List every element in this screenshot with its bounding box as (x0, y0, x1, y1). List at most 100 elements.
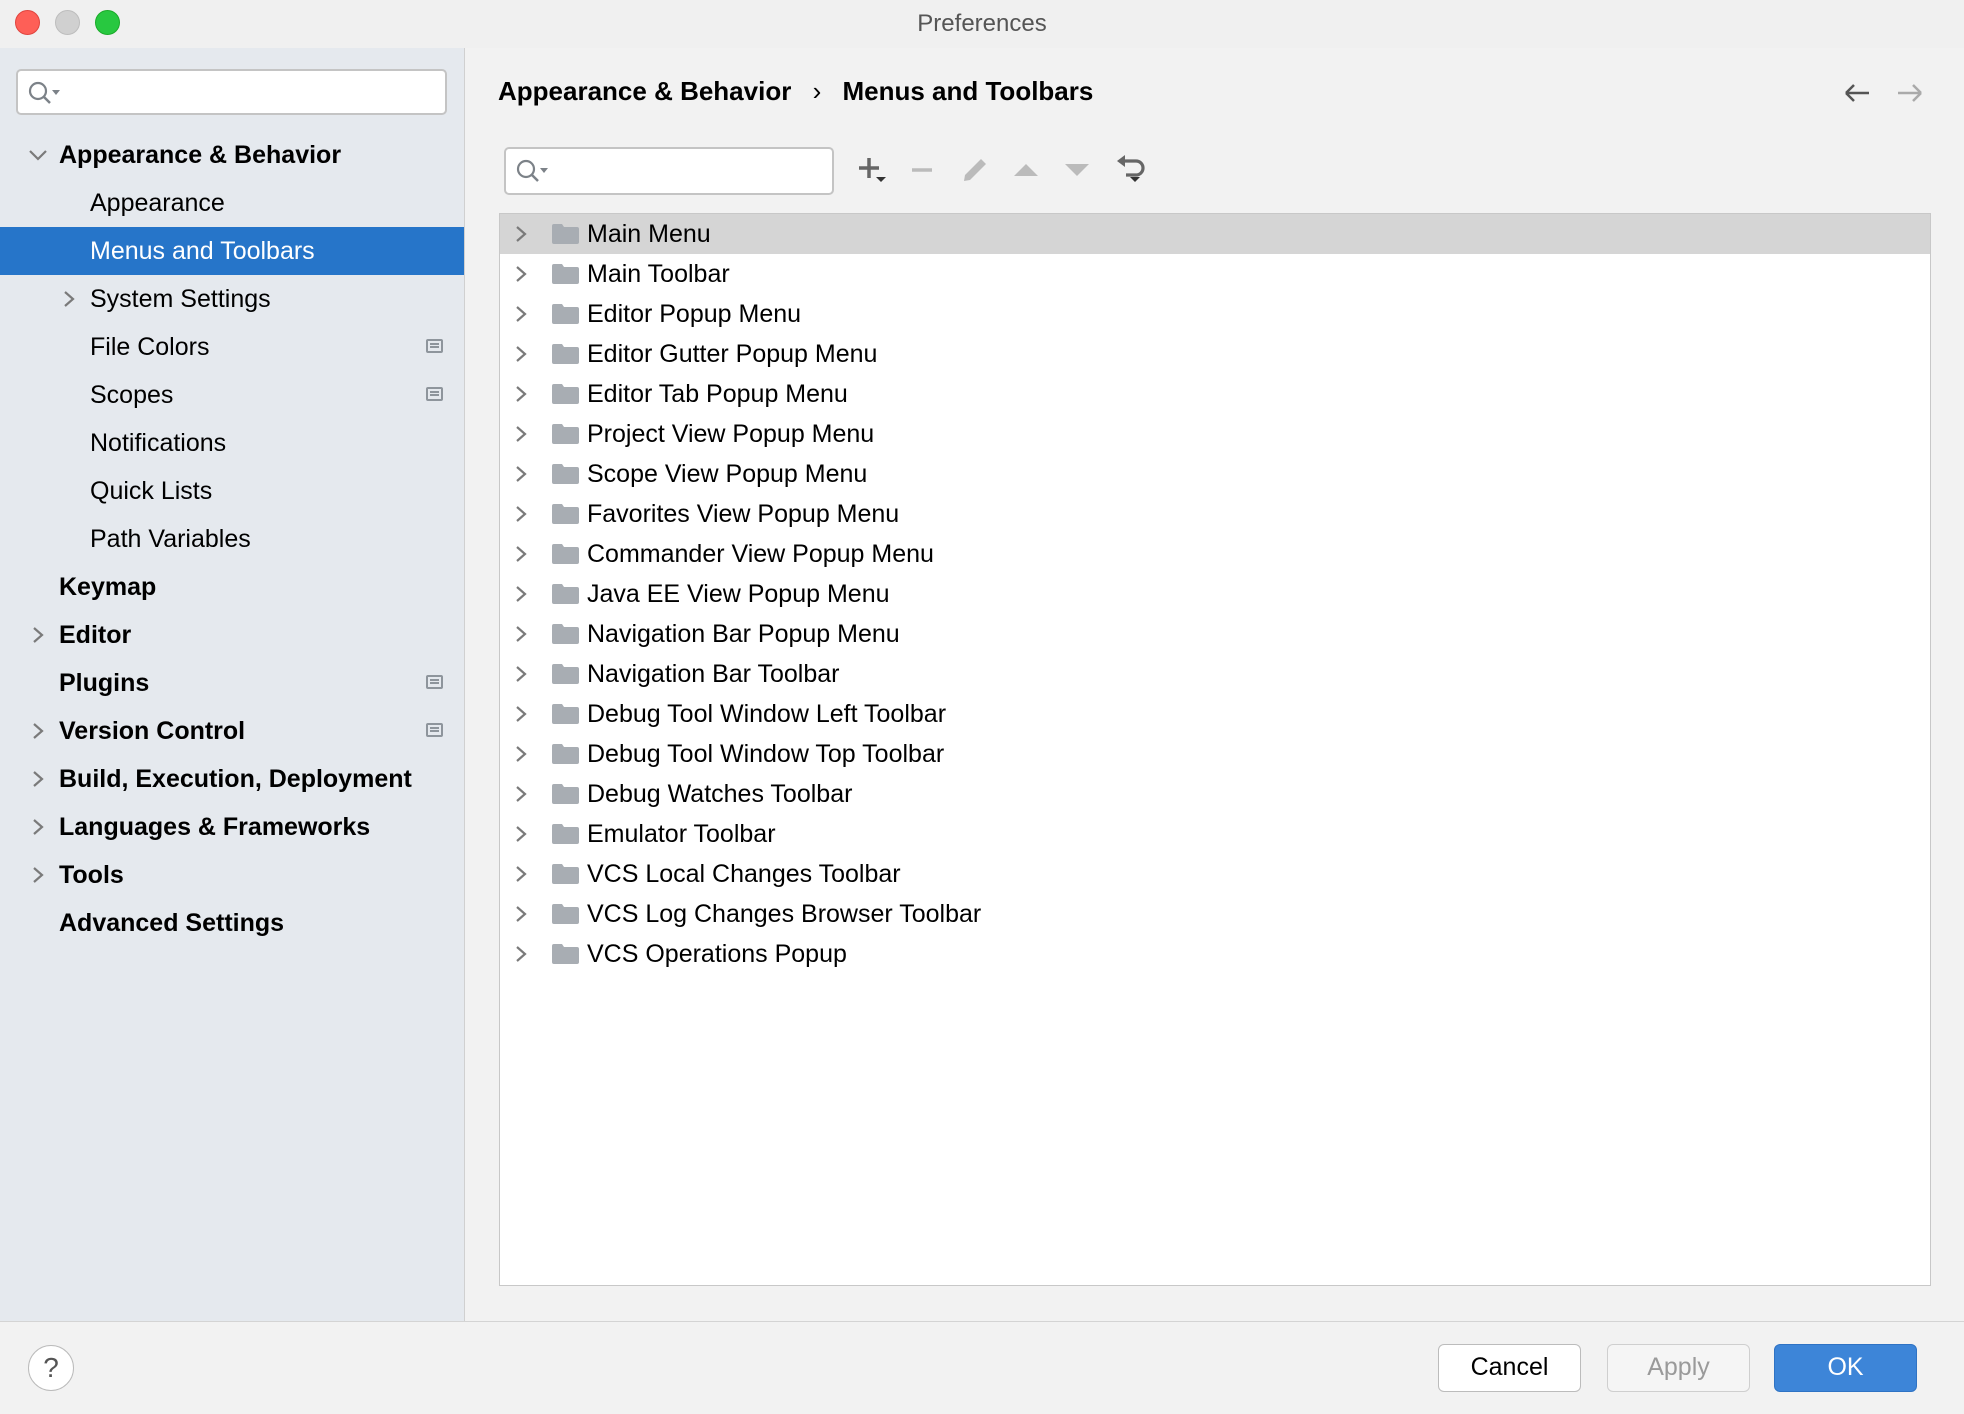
sidebar-item[interactable]: System Settings (0, 275, 464, 323)
sidebar-item[interactable]: File Colors (0, 323, 464, 371)
chevron-down-icon[interactable] (28, 131, 48, 179)
sidebar-item[interactable]: Path Variables (0, 515, 464, 563)
back-arrow-icon[interactable] (1842, 78, 1872, 113)
tree-item-label: Editor Popup Menu (587, 300, 802, 328)
tree-item-label: Emulator Toolbar (587, 820, 776, 848)
tree-item-label: Main Toolbar (587, 260, 730, 288)
sidebar-item[interactable]: Keymap (0, 563, 464, 611)
tree-item[interactable]: VCS Log Changes Browser Toolbar (500, 894, 1930, 934)
tree-item[interactable]: Debug Tool Window Top Toolbar (500, 734, 1930, 774)
tree-item[interactable]: Editor Tab Popup Menu (500, 374, 1930, 414)
chevron-right-icon[interactable] (514, 814, 528, 854)
tree-item[interactable]: VCS Operations Popup (500, 934, 1930, 974)
sidebar-item-label: Build, Execution, Deployment (59, 765, 412, 793)
remove-button[interactable] (904, 152, 940, 188)
chevron-right-icon[interactable] (514, 214, 528, 254)
ok-button[interactable]: OK (1774, 1344, 1917, 1392)
tree-item[interactable]: Debug Tool Window Left Toolbar (500, 694, 1930, 734)
sidebar-item[interactable]: Advanced Settings (0, 899, 464, 947)
edit-button[interactable] (957, 152, 993, 188)
breadcrumb-parent[interactable]: Appearance & Behavior (498, 76, 791, 106)
chevron-right-icon[interactable] (514, 614, 528, 654)
restore-defaults-button[interactable] (1114, 152, 1150, 188)
sidebar-item[interactable]: Version Control (0, 707, 464, 755)
sidebar-item[interactable]: Notifications (0, 419, 464, 467)
chevron-right-icon[interactable] (514, 654, 528, 694)
chevron-right-icon[interactable] (514, 854, 528, 894)
apply-button[interactable]: Apply (1607, 1344, 1750, 1392)
sidebar-item[interactable]: Languages & Frameworks (0, 803, 464, 851)
chevron-right-icon[interactable] (514, 774, 528, 814)
chevron-right-icon[interactable] (28, 755, 48, 803)
add-button[interactable] (853, 152, 889, 188)
chevron-right-icon[interactable] (514, 254, 528, 294)
sidebar-item-label: Appearance (90, 189, 225, 217)
tree-item[interactable]: Java EE View Popup Menu (500, 574, 1930, 614)
tree-item[interactable]: Editor Popup Menu (500, 294, 1930, 334)
chevron-right-icon[interactable] (28, 803, 48, 851)
chevron-right-icon[interactable] (28, 707, 48, 755)
project-level-icon (426, 387, 443, 401)
chevron-right-icon[interactable] (514, 734, 528, 774)
sidebar-item-label: Quick Lists (90, 477, 213, 505)
help-button[interactable]: ? (28, 1345, 74, 1391)
sidebar-item-label: Editor (59, 621, 132, 649)
tree-item[interactable]: Navigation Bar Popup Menu (500, 614, 1930, 654)
minus-icon (912, 168, 932, 172)
chevron-right-icon[interactable] (514, 574, 528, 614)
chevron-right-icon[interactable] (514, 534, 528, 574)
tree-item[interactable]: Project View Popup Menu (500, 414, 1930, 454)
chevron-right-icon[interactable] (28, 611, 48, 659)
chevron-right-icon[interactable] (514, 894, 528, 934)
tree-item[interactable]: Emulator Toolbar (500, 814, 1930, 854)
sidebar-item[interactable]: Menus and Toolbars (0, 227, 464, 275)
tree-item[interactable]: Main Menu (500, 214, 1930, 254)
sidebar-item-label: Scopes (90, 381, 174, 409)
sidebar-item[interactable]: Appearance (0, 179, 464, 227)
sidebar-item[interactable]: Editor (0, 611, 464, 659)
move-down-button[interactable] (1059, 152, 1095, 188)
sidebar-item[interactable]: Quick Lists (0, 467, 464, 515)
sidebar-item-label: Appearance & Behavior (59, 141, 342, 169)
folder-icon (552, 384, 579, 404)
chevron-right-icon[interactable] (514, 454, 528, 494)
tree-item[interactable]: Editor Gutter Popup Menu (500, 334, 1930, 374)
chevron-right-icon[interactable] (514, 374, 528, 414)
menus-toolbars-tree[interactable]: Main Menu Main Toolbar Editor Popup Menu Ed… (499, 213, 1931, 1286)
forward-arrow-icon[interactable] (1895, 78, 1925, 113)
tree-item-label: Navigation Bar Popup Menu (587, 620, 900, 648)
chevron-right-icon[interactable] (514, 414, 528, 454)
tree-item[interactable]: Scope View Popup Menu (500, 454, 1930, 494)
sidebar-item[interactable]: Appearance & Behavior (0, 131, 464, 179)
chevron-right-icon[interactable] (28, 851, 48, 899)
tree-item-label: VCS Operations Popup (587, 940, 847, 968)
sidebar-search-input[interactable] (16, 69, 447, 115)
actions-search-input[interactable] (504, 147, 834, 195)
folder-icon (552, 344, 579, 364)
chevron-right-icon[interactable] (514, 694, 528, 734)
chevron-right-icon[interactable] (514, 334, 528, 374)
sidebar-item-label: Languages & Frameworks (59, 813, 371, 841)
chevron-right-icon[interactable] (514, 494, 528, 534)
tree-item-label: Java EE View Popup Menu (587, 580, 890, 608)
folder-icon (552, 664, 579, 684)
move-up-button[interactable] (1008, 152, 1044, 188)
tree-item[interactable]: Favorites View Popup Menu (500, 494, 1930, 534)
tree-item[interactable]: VCS Local Changes Toolbar (500, 854, 1930, 894)
chevron-right-icon[interactable] (514, 294, 528, 334)
tree-item-label: VCS Local Changes Toolbar (587, 860, 901, 888)
tree-item[interactable]: Commander View Popup Menu (500, 534, 1930, 574)
tree-item[interactable]: Navigation Bar Toolbar (500, 654, 1930, 694)
chevron-right-icon[interactable] (59, 275, 79, 323)
tree-item[interactable]: Main Toolbar (500, 254, 1930, 294)
folder-icon (552, 464, 579, 484)
sidebar-item[interactable]: Scopes (0, 371, 464, 419)
chevron-right-icon[interactable] (514, 934, 528, 974)
sidebar-item[interactable]: Build, Execution, Deployment (0, 755, 464, 803)
folder-icon (552, 904, 579, 924)
cancel-button[interactable]: Cancel (1438, 1344, 1581, 1392)
sidebar-item[interactable]: Tools (0, 851, 464, 899)
triangle-down-icon (1065, 164, 1089, 176)
tree-item[interactable]: Debug Watches Toolbar (500, 774, 1930, 814)
sidebar-item[interactable]: Plugins (0, 659, 464, 707)
